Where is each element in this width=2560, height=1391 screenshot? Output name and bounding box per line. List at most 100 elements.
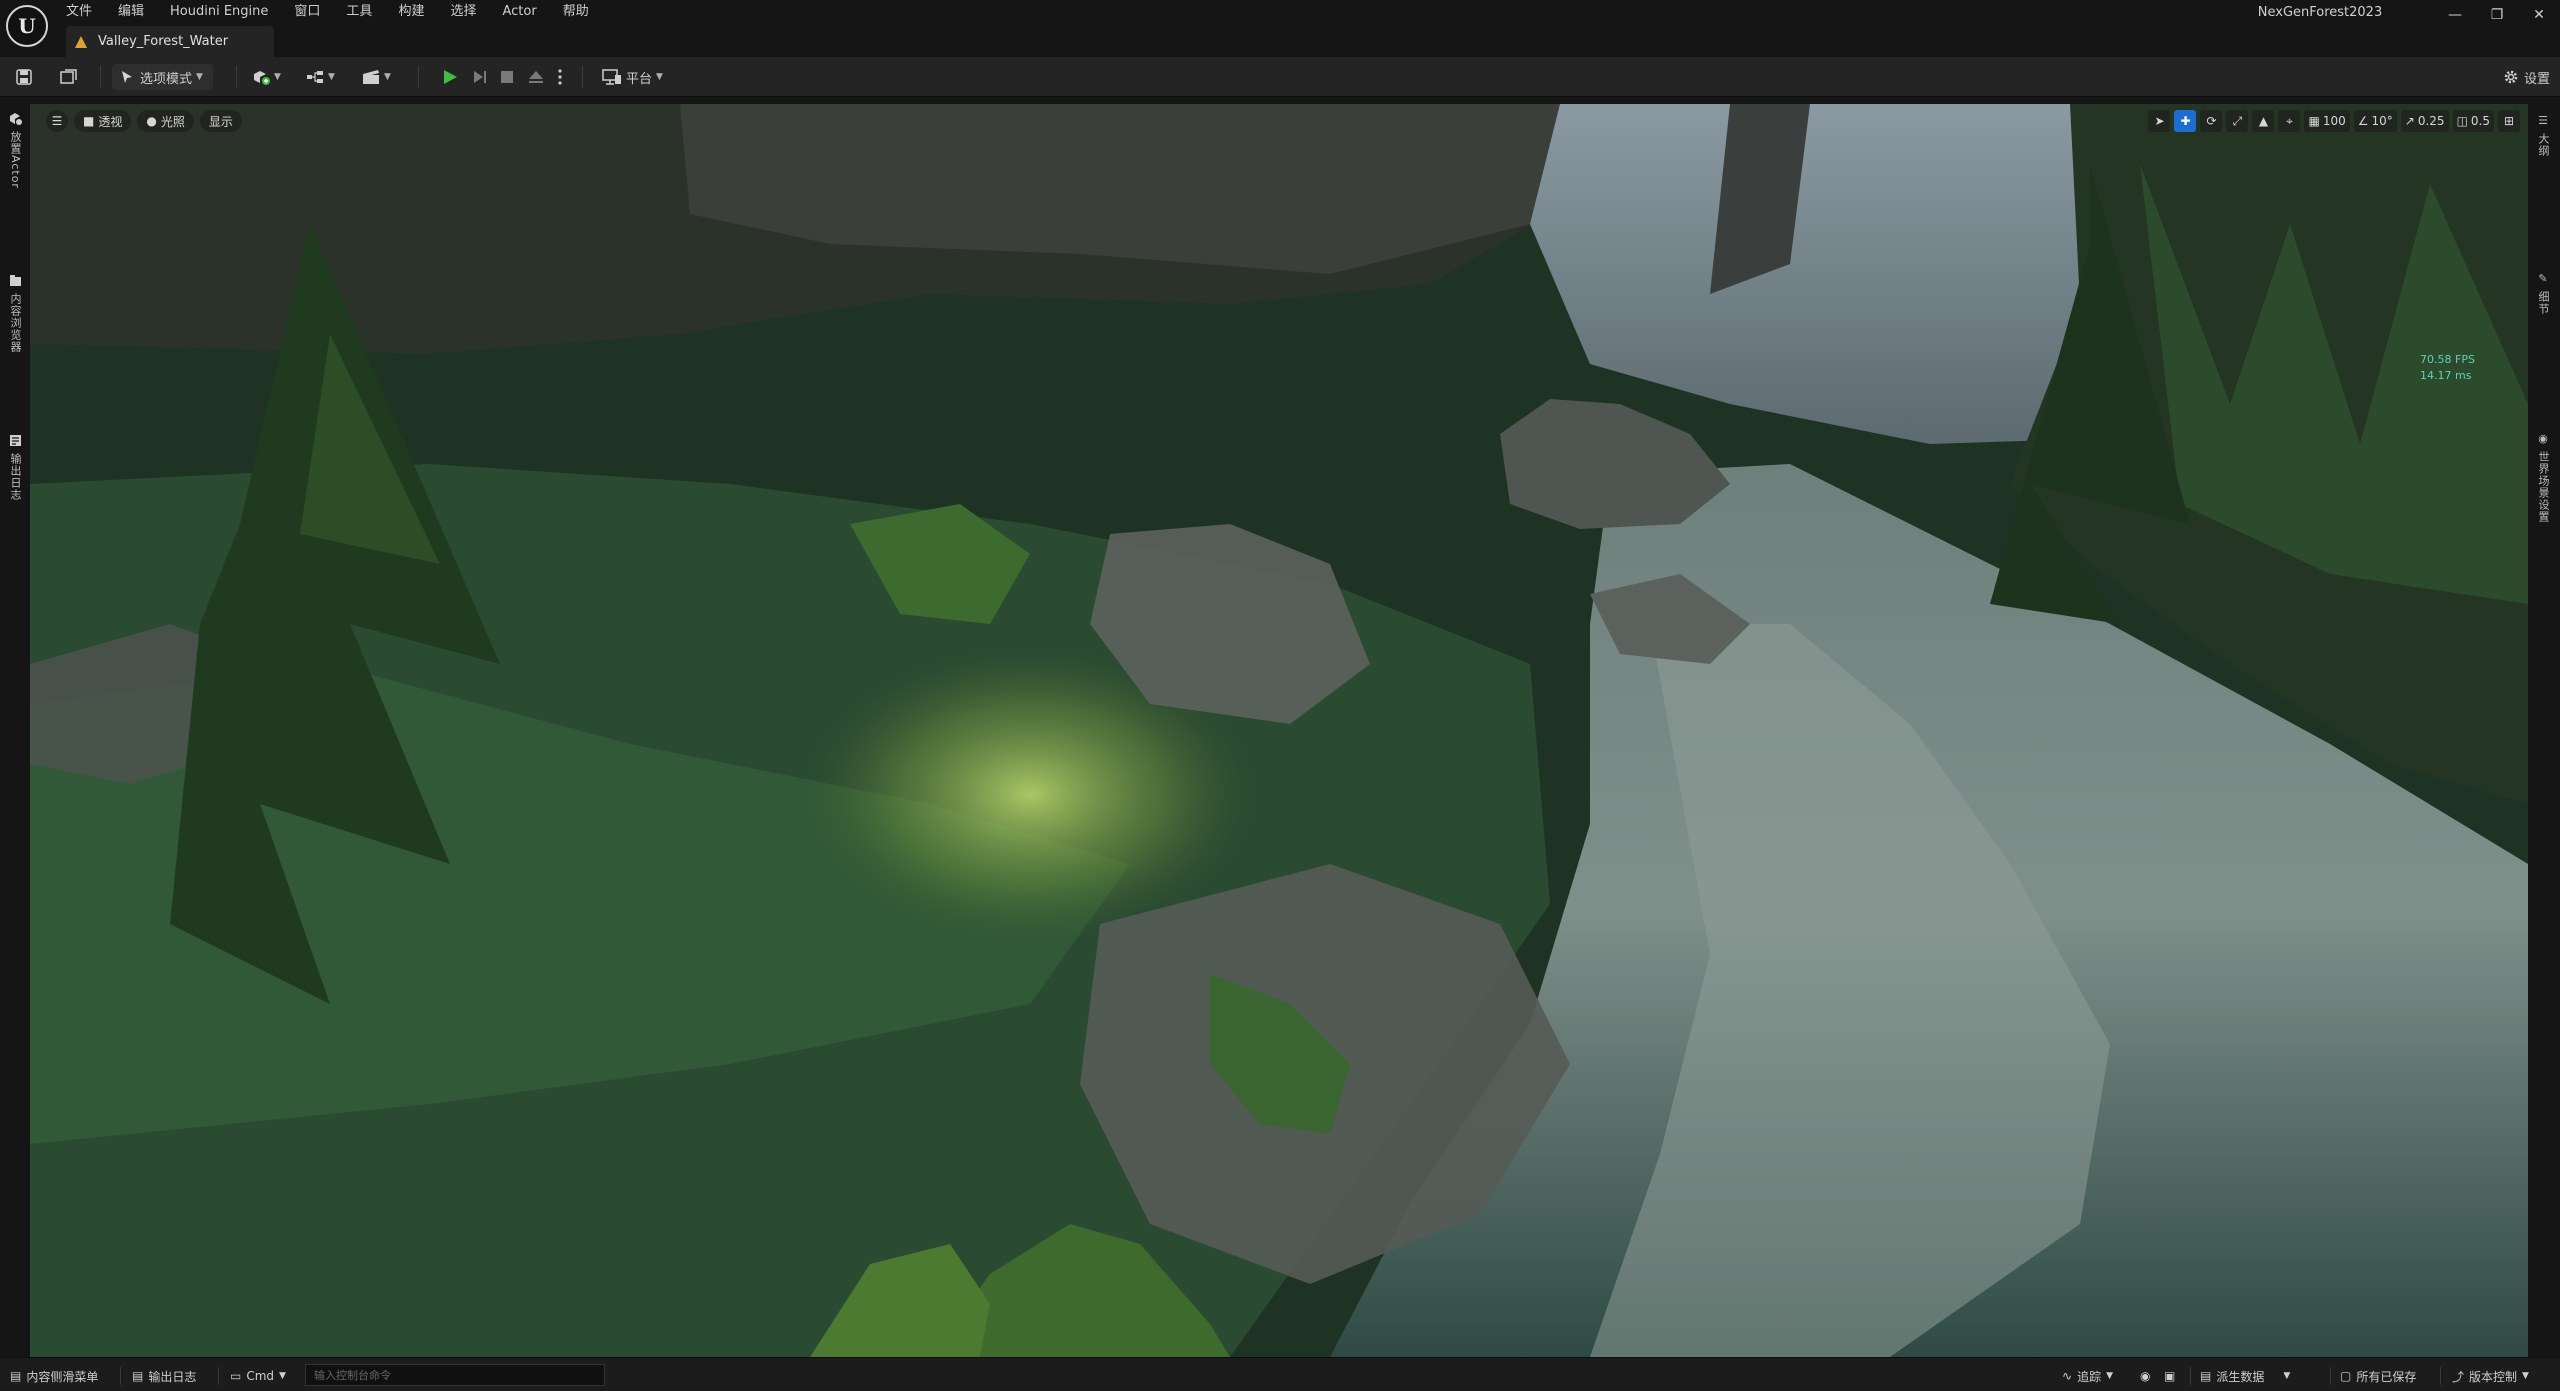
title-bar: U 文件 编辑 Houdini Engine 窗口 工具 构建 选择 Actor… [0,0,2560,57]
menu-help[interactable]: 帮助 [563,2,601,22]
rotation-snap-button[interactable]: ∠ 10° [2353,110,2397,132]
grid-snap-button[interactable]: ▦ 100 [2304,110,2350,132]
menu-build[interactable]: 构建 [398,2,436,22]
menu-select[interactable]: 选择 [450,2,488,22]
place-actors-tab[interactable]: 放置Actor [0,112,30,189]
menu-actor[interactable]: Actor [502,2,548,22]
menu-file[interactable]: 文件 [66,2,104,22]
platform-button[interactable]: 平台 ▼ [602,64,663,90]
scene-render[interactable] [30,104,2528,1357]
angle-icon: ∠ [2357,114,2369,128]
blueprint-icon [307,71,323,83]
fps-value: 70.58 FPS [2420,353,2475,366]
level-tab[interactable]: Valley_Forest_Water [66,26,274,57]
camera-speed-value: 0.5 [2470,114,2490,128]
chevron-down-icon: ▼ [2106,1371,2113,1381]
eject-button[interactable] [528,64,544,90]
perspective-icon: ■ [83,114,95,128]
camera-icon: ◫ [2456,114,2468,128]
lighting-label: 光照 [160,114,185,129]
outliner-tab[interactable]: ☰ 大纲 [2528,114,2558,157]
frame-time-value: 14.17 ms [2420,369,2472,382]
output-log-button[interactable]: ▤ 输出日志 [132,1367,196,1385]
select-tool-icon[interactable]: ➤ [2148,110,2171,132]
all-saved-button[interactable]: ▢ 所有已保存 [2340,1367,2416,1385]
lit-sphere-icon: ● [146,114,157,128]
content-browser-tab[interactable]: 内容浏览器 [0,274,30,353]
menu-edit[interactable]: 编辑 [118,2,156,22]
console-input[interactable]: 输入控制台命令 [305,1364,605,1386]
rotate-tool-icon[interactable]: ⟳ [2200,110,2223,132]
show-flags-button[interactable]: 显示 [199,110,242,132]
view-mode-button[interactable]: ■ 透视 [74,110,132,132]
stop-button[interactable] [500,64,514,90]
record-icon[interactable]: ◉ [2140,1367,2150,1385]
camera-speed-button[interactable]: ◫ 0.5 [2452,110,2494,132]
output-log-status-icon: ▤ [132,1369,144,1383]
scale-snap-button[interactable]: ↗ 0.25 [2400,110,2449,132]
content-browser-label: 内容浏览器 [9,293,22,353]
close-icon[interactable]: ✕ [2518,0,2560,30]
chevron-down-icon: ▼ [2522,1371,2529,1381]
eject-icon [529,71,543,83]
add-content-button[interactable]: ▼ [252,64,281,90]
surface-snap-icon[interactable]: ⌖ [2278,110,2301,132]
right-sidebar: ☰ 大纲 ✎ 细节 ◉ 世界场景设置 [2528,104,2560,1357]
chevron-down-icon: ▼ [279,1371,286,1381]
viewport-options-button[interactable]: ☰ [46,110,68,132]
output-log-side-tab[interactable]: 输出日志 [0,434,30,501]
viewport-left-toolbar: ☰ ■ 透视 ● 光照 显示 [46,110,242,132]
trace-icon: ∿ [2062,1369,2073,1383]
menu-window[interactable]: 窗口 [294,2,332,22]
viewport-right-toolbar: ➤ ✚ ⟳ ⤢ ▲ ⌖ ▦ 100 ∠ 10° ↗ 0.25 ◫ 0.5 ⊞ [2148,110,2520,132]
chevron-down-icon: ▼ [196,72,203,82]
mode-selector-button[interactable]: 选项模式 ▼ [112,64,213,90]
trace-button[interactable]: ∿ 追踪 ▼ [2062,1367,2113,1385]
gear-icon [2504,70,2518,84]
step-button[interactable] [472,64,488,90]
console-icon: ▭ [230,1369,242,1383]
world-settings-label: 世界场景设置 [2537,451,2550,523]
world-local-icon[interactable]: ▲ [2252,110,2275,132]
scale-tool-icon[interactable]: ⤢ [2226,110,2249,132]
play-button[interactable] [442,64,458,90]
browse-icon[interactable] [60,64,78,90]
select-mode-icon [122,71,132,83]
status-bar: ▤ 内容侧滑菜单 ▤ 输出日志 ▭ Cmd ▼ 输入控制台命令 ∿ 追踪 ▼ ◉… [0,1357,2560,1391]
blueprint-button[interactable]: ▼ [306,64,335,90]
details-tab[interactable]: ✎ 细节 [2528,272,2558,315]
rotation-snap-value: 10° [2371,114,2393,128]
view-mode-label: 透视 [98,114,123,129]
cmd-label: Cmd [246,1369,275,1383]
platform-label: 平台 [626,71,653,87]
menu-tools[interactable]: 工具 [346,2,384,22]
menu-bar: 文件 编辑 Houdini Engine 窗口 工具 构建 选择 Actor 帮… [66,2,615,22]
chevron-down-icon: ▼ [2283,1371,2291,1381]
minimize-icon[interactable]: — [2434,0,2476,30]
level-tab-label: Valley_Forest_Water [98,34,229,49]
menu-houdini-engine[interactable]: Houdini Engine [170,2,280,22]
viewport-layout-icon[interactable]: ⊞ [2498,110,2520,132]
grid-icon: ▦ [2308,114,2320,128]
cmd-dropdown[interactable]: ▭ Cmd ▼ [230,1367,286,1385]
restore-icon[interactable]: ❐ [2476,0,2518,30]
derived-data-button[interactable]: ▤ 派生数据 ▼ [2200,1367,2290,1385]
translate-tool-icon[interactable]: ✚ [2174,110,2197,132]
world-settings-tab[interactable]: ◉ 世界场景设置 [2528,432,2558,523]
play-icon [444,70,457,84]
clapperboard-icon [363,70,379,84]
source-control-button[interactable]: ⤴ 版本控制 ▼ [2452,1367,2529,1385]
level-viewport[interactable]: ☰ ■ 透视 ● 光照 显示 ➤ ✚ ⟳ ⤢ ▲ ⌖ ▦ 100 ∠ 10° ↗… [30,104,2528,1357]
window-controls: — ❐ ✕ [2434,0,2560,30]
settings-button[interactable]: 设置 [2503,64,2550,90]
add-actor-icon [254,71,270,85]
outliner-label: 大纲 [2537,133,2550,157]
cinematics-button[interactable]: ▼ [362,64,391,90]
lighting-mode-button[interactable]: ● 光照 [137,110,194,132]
content-drawer-button[interactable]: ▤ 内容侧滑菜单 [10,1367,98,1385]
save-icon[interactable] [16,64,32,90]
unreal-engine-logo[interactable]: U [6,5,48,47]
all-saved-label: 所有已保存 [2356,1369,2417,1384]
screenshot-icon[interactable]: ▣ [2164,1367,2175,1385]
more-options-icon[interactable] [558,64,562,90]
